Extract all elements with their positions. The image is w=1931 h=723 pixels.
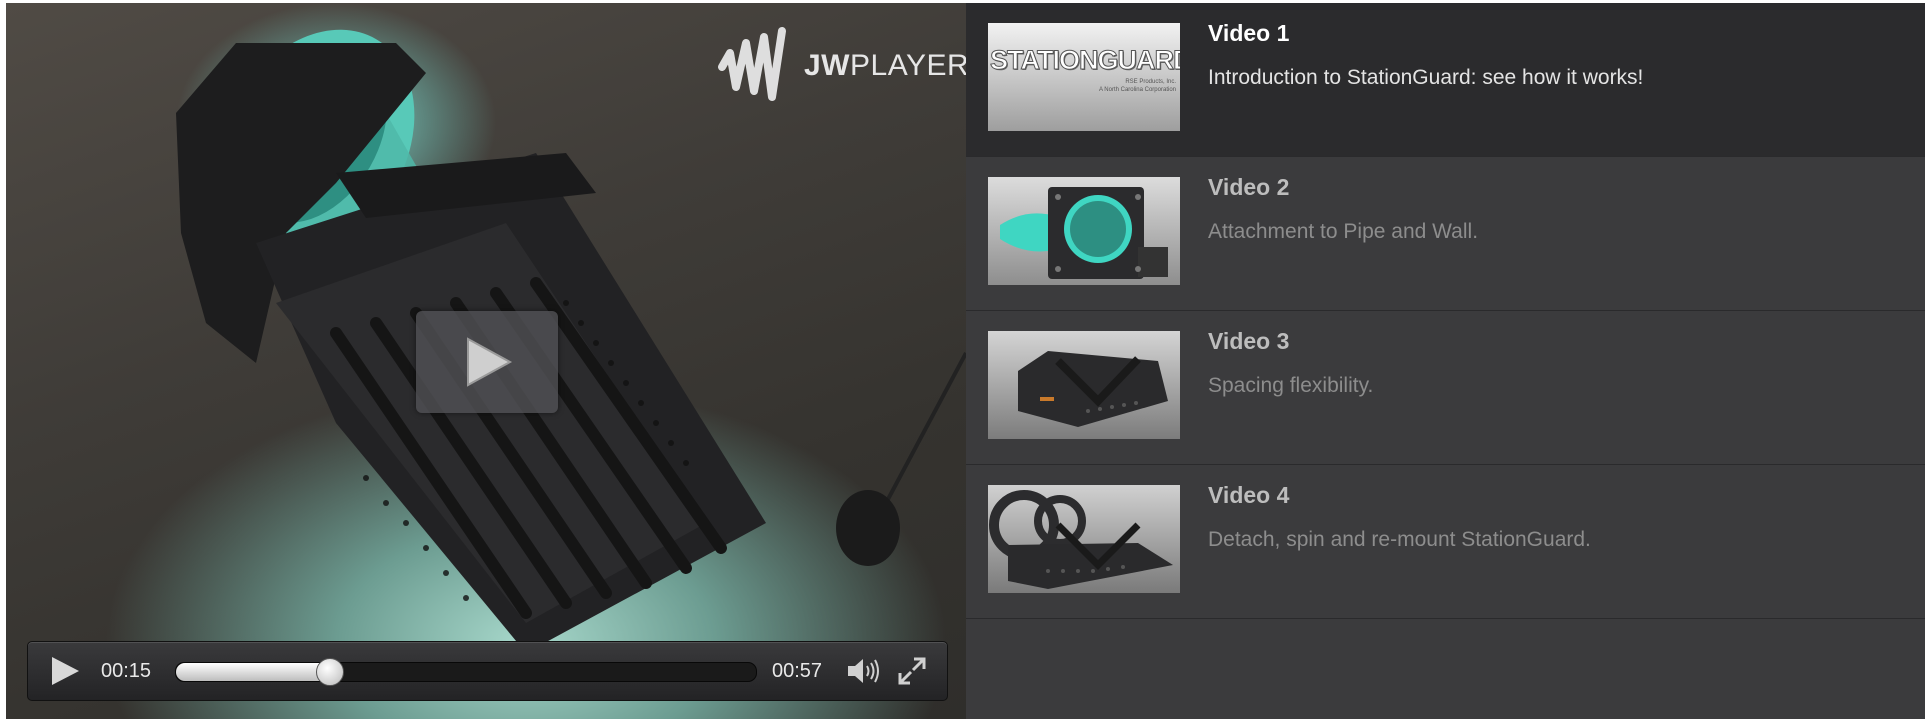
playlist-item-video-4[interactable]: Video 4 Detach, spin and re-mount Statio… [966, 465, 1925, 619]
playlist-item-description: Detach, spin and re-mount StationGuard. [1208, 528, 1591, 551]
logo-text-bold: JW [804, 49, 850, 82]
jwplayer-logo: JWPLAYER [716, 25, 966, 107]
playlist-item-title: Video 4 [1208, 482, 1290, 508]
play-icon [52, 657, 79, 685]
playlist: STATIONGUARD RSE Products, Inc. A North … [966, 3, 1925, 719]
fullscreen-button[interactable] [897, 656, 927, 686]
control-bar: 00:15 00:57 [27, 641, 948, 701]
logo-text: PLAYER [850, 49, 966, 82]
playlist-item-title: Video 1 [1208, 20, 1290, 46]
fullscreen-icon [898, 657, 926, 685]
seek-bar[interactable] [175, 658, 757, 686]
thumbnail-video-1: STATIONGUARD RSE Products, Inc. A North … [988, 23, 1180, 131]
playlist-item-description: Spacing flexibility. [1208, 374, 1374, 397]
thumbnail-video-3 [988, 331, 1180, 439]
thumbnail-logo-text: STATIONGUARD [989, 45, 1180, 76]
thumbnail-company-subtext: A North Carolina Corporation [1098, 87, 1176, 93]
seek-bar-handle[interactable] [315, 658, 344, 686]
big-play-button[interactable] [416, 311, 558, 413]
elapsed-time: 00:15 [101, 660, 152, 682]
thumbnail-video-2 [988, 177, 1180, 285]
playlist-item-description: Introduction to StationGuard: see how it… [1208, 66, 1644, 89]
playlist-item-title: Video 3 [1208, 328, 1290, 354]
jwplayer-wordmark: JWPLAYER [804, 49, 966, 83]
thumbnail-video-4-image [989, 490, 1173, 589]
thumbnail-video-2-image [1000, 187, 1168, 279]
volume-button[interactable] [846, 656, 882, 686]
play-button[interactable] [48, 656, 82, 686]
total-duration: 00:57 [772, 660, 823, 682]
playlist-item-video-2[interactable]: Video 2 Attachment to Pipe and Wall. [966, 157, 1925, 311]
thumbnail-video-4 [988, 485, 1180, 593]
thumbnail-company-text: RSE Products, Inc. [1125, 79, 1176, 85]
thumbnail-video-3-image [1018, 351, 1168, 427]
seek-bar-progress [176, 663, 329, 681]
volume-icon [848, 659, 879, 683]
playlist-item-video-1[interactable]: STATIONGUARD RSE Products, Inc. A North … [966, 3, 1925, 157]
jwplayer-wave-icon [718, 27, 786, 101]
playlist-item-video-3[interactable]: Video 3 Spacing flexibility. [966, 311, 1925, 465]
jwplayer-widget: JWPLAYER 00:15 00:57 STATIONGUARD RSE Pr… [6, 3, 1925, 719]
play-icon [467, 337, 513, 387]
playlist-item-title: Video 2 [1208, 174, 1290, 200]
playlist-item-description: Attachment to Pipe and Wall. [1208, 220, 1479, 243]
video-display[interactable]: JWPLAYER 00:15 00:57 [6, 3, 966, 719]
